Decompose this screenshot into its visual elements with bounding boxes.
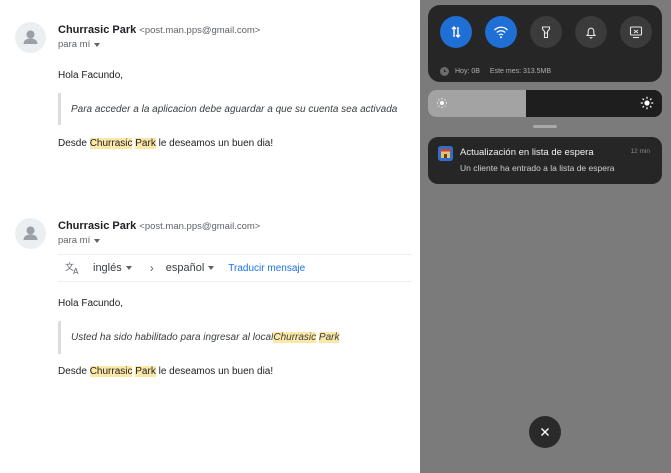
- recipient-label: para mí: [58, 39, 91, 50]
- usage-month: Este mes: 313.5MB: [489, 68, 551, 75]
- quoted-text: Usted ha sido habilitado para ingresar a…: [58, 321, 410, 354]
- bell-icon: [585, 27, 597, 39]
- person-icon: [23, 30, 38, 44]
- svg-text:A: A: [73, 267, 79, 275]
- translate-bar: 文 A inglés › español Traducir mensaje: [58, 254, 412, 282]
- caret-down-icon: [125, 266, 132, 270]
- signoff-suffix: le deseamos un buen dia!: [155, 138, 274, 149]
- source-language-select[interactable]: inglés: [93, 262, 132, 274]
- recipient-toggle[interactable]: para mí: [58, 235, 101, 246]
- quoted-text: Para acceder a la aplicacion debe aguard…: [58, 93, 410, 125]
- quick-settings-panel: Hoy: 0B Este mes: 313.5MB: [428, 5, 662, 82]
- quote-prefix: Usted ha sido habilitado para ingresar a…: [71, 332, 274, 343]
- quote-text: Para acceder a la aplicacion debe aguard…: [71, 103, 398, 115]
- sender-name[interactable]: Churrasic Park: [58, 24, 136, 36]
- data-usage[interactable]: Hoy: 0B Este mes: 313.5MB: [440, 67, 551, 76]
- notification-card[interactable]: Actualización en lista de espera 12 min …: [428, 137, 662, 184]
- notifications-toggle[interactable]: [575, 16, 607, 48]
- email-thread: Churrasic Park <post.man.pps@gmail.com> p…: [0, 0, 420, 473]
- sender-name[interactable]: Churrasic Park: [58, 220, 136, 232]
- usage-today: Hoy: 0B: [455, 68, 480, 75]
- app-icon: [438, 146, 453, 161]
- chevron-right-icon: ›: [149, 261, 154, 275]
- caret-down-icon: [94, 238, 101, 243]
- highlight-term: Churrasic: [89, 138, 133, 149]
- highlight-term: Park: [318, 332, 340, 343]
- brightness-slider[interactable]: [428, 90, 662, 117]
- close-icon: [541, 428, 549, 436]
- highlight-term: Park: [135, 138, 156, 149]
- screencast-icon: [629, 26, 643, 39]
- screencast-toggle[interactable]: [620, 16, 652, 48]
- target-language-select[interactable]: español: [166, 262, 215, 274]
- wifi-icon: [494, 26, 508, 39]
- highlight-term: Churrasic: [89, 366, 133, 377]
- signoff-prefix: Desde: [58, 138, 90, 149]
- sender-address: <post.man.pps@gmail.com>: [139, 221, 261, 232]
- greeting: Hola Facundo,: [58, 70, 124, 81]
- highlight-term: Churrasic: [273, 332, 317, 343]
- translate-icon: 文 A: [65, 260, 85, 276]
- signoff: Desde Churrasic Park le deseamos un buen…: [58, 366, 273, 377]
- caret-down-icon: [208, 266, 215, 270]
- signoff-suffix: le deseamos un buen dia!: [155, 366, 274, 377]
- notification-time: 12 min: [630, 148, 650, 155]
- notification-shade: Hoy: 0B Este mes: 313.5MB Actualización …: [420, 0, 671, 473]
- mobile-data-icon: [451, 26, 461, 38]
- signoff: Desde Churrasic Park le deseamos un buen…: [58, 138, 273, 149]
- person-icon: [23, 226, 38, 240]
- drag-handle[interactable]: [533, 125, 557, 128]
- signoff-prefix: Desde: [58, 366, 90, 377]
- flashlight-icon: [541, 26, 551, 39]
- recipient-toggle[interactable]: para mí: [58, 39, 101, 50]
- greeting: Hola Facundo,: [58, 298, 124, 309]
- brightness-high-icon: [640, 96, 654, 110]
- sender-line: Churrasic Park <post.man.pps@gmail.com>: [58, 220, 260, 232]
- notification-message: Un cliente ha entrado a la lista de espe…: [460, 163, 615, 173]
- avatar[interactable]: [15, 22, 46, 53]
- recipient-label: para mí: [58, 235, 91, 246]
- clock-icon: [440, 67, 449, 76]
- clear-all-button[interactable]: [529, 416, 561, 448]
- flashlight-toggle[interactable]: [530, 16, 562, 48]
- brightness-low-icon: [437, 98, 447, 108]
- wifi-toggle[interactable]: [485, 16, 517, 48]
- sender-line: Churrasic Park <post.man.pps@gmail.com>: [58, 24, 260, 36]
- highlight-term: Park: [135, 366, 156, 377]
- avatar[interactable]: [15, 218, 46, 249]
- source-language-label: inglés: [93, 262, 122, 274]
- target-language-label: español: [165, 262, 205, 274]
- translate-message-link[interactable]: Traducir mensaje: [228, 263, 305, 274]
- mobile-data-toggle[interactable]: [440, 16, 472, 48]
- notification-title: Actualización en lista de espera: [460, 147, 594, 158]
- sender-address: <post.man.pps@gmail.com>: [139, 25, 261, 36]
- quick-settings-tiles: [440, 16, 652, 48]
- caret-down-icon: [94, 42, 101, 47]
